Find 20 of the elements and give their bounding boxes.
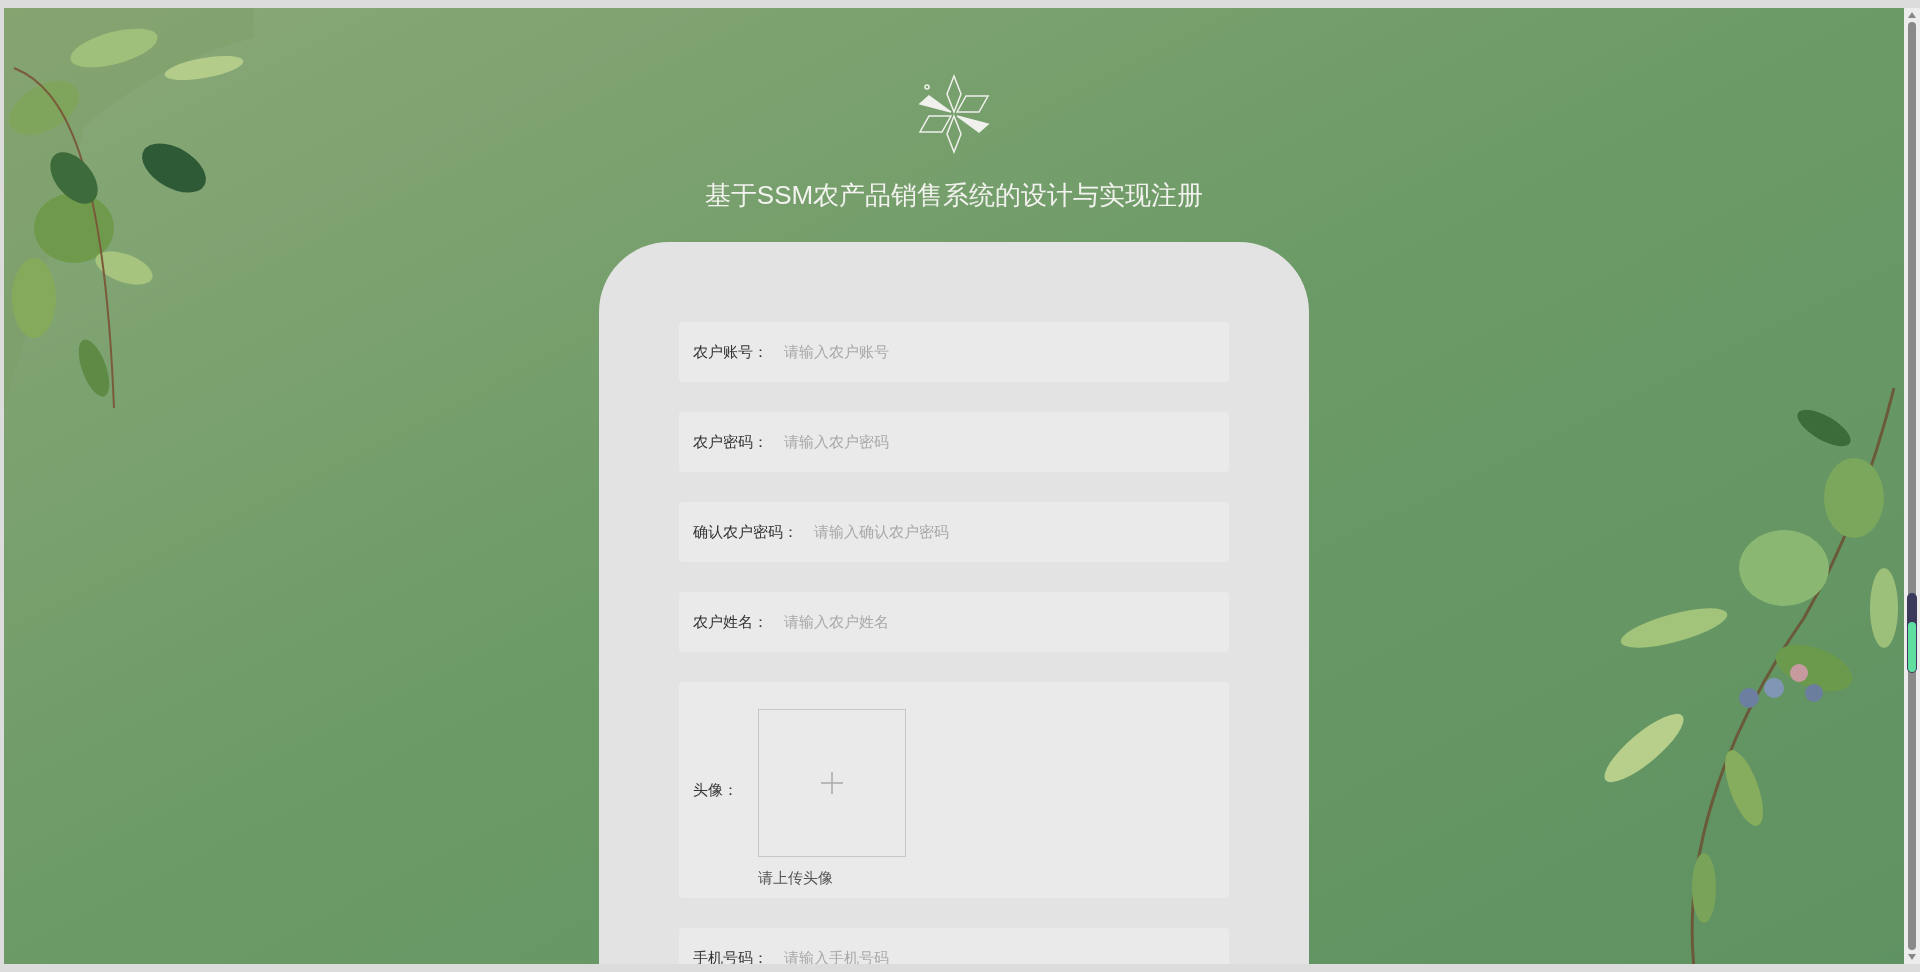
field-label: 农户账号： xyxy=(693,341,768,362)
form-field[interactable]: 农户姓名： 请输入农户姓名 xyxy=(679,592,1229,652)
upload-hint: 请上传头像 xyxy=(758,867,834,888)
field-label: 农户姓名： xyxy=(693,611,768,632)
form-field[interactable]: 确认农户密码： 请输入确认农户密码 xyxy=(679,502,1229,562)
plus-icon xyxy=(821,771,843,794)
page-title: 基于SSM农产品销售系统的设计与实现注册 xyxy=(704,179,1204,212)
field-label: 手机号码： xyxy=(693,947,768,964)
field-label: 确认农户密码： xyxy=(693,521,798,542)
form-field[interactable]: 农户密码： 请输入农户密码 xyxy=(679,412,1229,472)
input-field[interactable]: 请输入农户姓名 xyxy=(784,610,1229,634)
input-field[interactable]: 请输入农户账号 xyxy=(784,340,1229,364)
input-field[interactable]: 请输入确认农户密码 xyxy=(814,520,1229,544)
scroll-down-icon[interactable] xyxy=(1908,954,1916,960)
scroll-up-icon[interactable] xyxy=(1908,12,1916,18)
scroll-thumb[interactable] xyxy=(1907,593,1917,673)
field-label: 农户密码： xyxy=(693,431,768,452)
input-field[interactable]: 请输入农户密码 xyxy=(784,430,1229,454)
field-label: 头像： xyxy=(693,779,738,800)
form-field[interactable]: 农户账号： 请输入农户账号 xyxy=(679,322,1229,382)
